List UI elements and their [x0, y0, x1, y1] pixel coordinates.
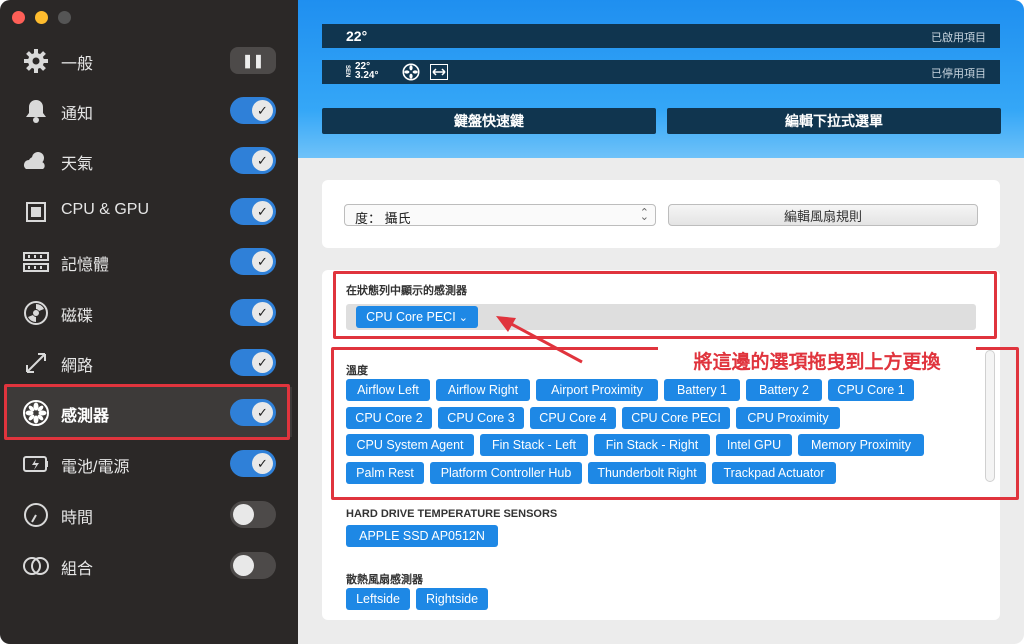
close-window-button[interactable]	[12, 11, 25, 24]
check-icon: ✓	[252, 100, 273, 121]
sensor-chip-rightside[interactable]: Rightside	[416, 588, 488, 610]
sidebar-item-time[interactable]: 時間	[6, 489, 292, 539]
chevron-up-down-icon: ⌃ ⌄	[639, 207, 649, 223]
disabled-items-bar[interactable]: SEN 22° 3.24° 已停用項目	[322, 60, 1000, 84]
notifications-toggle[interactable]: ✓	[230, 97, 276, 124]
sidebar-item-cpu-gpu[interactable]: CPU & GPU ✓	[6, 186, 292, 236]
enabled-items-label: 已啟用項目	[931, 32, 986, 44]
check-icon: ✓	[252, 352, 273, 373]
memory-toggle[interactable]: ✓	[230, 248, 276, 275]
check-icon: ✓	[252, 201, 273, 222]
sidebar-item-label: 網路	[61, 358, 94, 375]
sidebar-item-network[interactable]: 網路 ✓	[6, 337, 292, 387]
sensor-chip-apple-ssd[interactable]: APPLE SSD AP0512N	[346, 525, 498, 547]
pause-button[interactable]: ❚❚	[230, 47, 276, 74]
expand-arrows-icon[interactable]	[430, 64, 448, 83]
sidebar-item-label: 時間	[61, 510, 94, 527]
bell-icon	[22, 97, 50, 125]
fan-section-title: 散熱風扇感測器	[346, 574, 423, 586]
zoom-window-button[interactable]	[58, 11, 71, 24]
disk-toggle[interactable]: ✓	[230, 299, 276, 326]
clock-icon	[22, 501, 50, 529]
edit-dropdown-button[interactable]: 編輯下拉式選單	[667, 108, 1001, 134]
network-icon	[22, 349, 50, 377]
sidebar-item-label: 組合	[61, 561, 94, 578]
combine-icon	[22, 552, 50, 580]
chip-icon	[22, 198, 50, 226]
battery-toggle[interactable]: ✓	[230, 450, 276, 477]
enabled-temp-preview: 22°	[346, 28, 368, 44]
arrow-icon	[496, 316, 583, 364]
sidebar-item-weather[interactable]: 天氣 ✓	[6, 135, 292, 185]
sen-volt: 3.24°	[355, 70, 379, 81]
check-icon: ✓	[252, 150, 273, 171]
hdd-section-title: HARD DRIVE TEMPERATURE SENSORS	[346, 508, 558, 520]
cpu-gpu-toggle[interactable]: ✓	[230, 198, 276, 225]
sensor-chip-leftside[interactable]: Leftside	[346, 588, 410, 610]
temperature-unit-select[interactable]: 度： 攝氏 ⌃ ⌄	[344, 204, 656, 226]
toggle-knob	[233, 504, 254, 525]
sidebar-item-notifications[interactable]: 通知 ✓	[6, 85, 292, 135]
disabled-sensor-preview[interactable]: SEN 22° 3.24°	[344, 62, 379, 81]
enabled-items-bar[interactable]: 22° 已啟用項目	[322, 24, 1000, 48]
network-toggle[interactable]: ✓	[230, 349, 276, 376]
keyboard-shortcuts-button[interactable]: 鍵盤快速鍵	[322, 108, 656, 134]
sidebar-item-general[interactable]: 一般 ❚❚	[6, 35, 292, 85]
check-icon: ✓	[252, 302, 273, 323]
sidebar-item-disk[interactable]: 磁碟 ✓	[6, 287, 292, 337]
sidebar-item-label: 記憶體	[61, 257, 110, 274]
sidebar: 一般 ❚❚ 通知 ✓ 天氣 ✓ CPU & GPU ✓ 記憶體 ✓ 磁碟 ✓ 網…	[0, 0, 298, 644]
unit-settings-card: 度： 攝氏 ⌃ ⌄ 編輯風扇規則	[322, 180, 1000, 248]
memory-icon	[22, 248, 50, 276]
sidebar-item-label: 一般	[61, 56, 94, 73]
sidebar-item-label: CPU & GPU	[61, 201, 150, 218]
minimize-window-button[interactable]	[35, 11, 48, 24]
weather-icon	[22, 147, 50, 175]
menubar-preview-area: 22° 已啟用項目 SEN 22° 3.24° 已停用項目 鍵盤快速鍵 編輯下拉…	[298, 0, 1024, 158]
disabled-items-label: 已停用項目	[931, 68, 986, 80]
sidebar-item-label: 磁碟	[61, 308, 94, 325]
sidebar-item-label: 通知	[61, 106, 94, 123]
drag-instruction-callout: 將這邊的選項拖曳到上方更換	[658, 345, 976, 375]
disk-icon	[22, 299, 50, 327]
battery-icon	[22, 450, 50, 478]
time-toggle[interactable]	[230, 501, 276, 528]
selection-highlight-box	[4, 384, 290, 440]
sidebar-item-combined[interactable]: 組合	[6, 540, 292, 590]
toggle-knob	[233, 555, 254, 576]
gear-icon	[22, 47, 50, 75]
pause-icon: ❚❚	[242, 52, 264, 68]
statusbar-highlight-box	[333, 271, 997, 339]
check-icon: ✓	[252, 453, 273, 474]
sidebar-item-label: 電池/電源	[61, 459, 130, 476]
app-window: 一般 ❚❚ 通知 ✓ 天氣 ✓ CPU & GPU ✓ 記憶體 ✓ 磁碟 ✓ 網…	[0, 0, 1024, 644]
combined-toggle[interactable]	[230, 552, 276, 579]
sidebar-item-battery[interactable]: 電池/電源 ✓	[6, 438, 292, 488]
check-icon: ✓	[252, 251, 273, 272]
sen-label: SEN	[344, 64, 350, 78]
sidebar-item-memory[interactable]: 記憶體 ✓	[6, 236, 292, 286]
edit-fan-rules-button[interactable]: 編輯風扇規則	[668, 204, 978, 226]
weather-toggle[interactable]: ✓	[230, 147, 276, 174]
fan-icon[interactable]	[402, 63, 420, 84]
sidebar-item-label: 天氣	[61, 156, 94, 173]
temperature-unit-value: 度： 攝氏	[355, 211, 411, 226]
